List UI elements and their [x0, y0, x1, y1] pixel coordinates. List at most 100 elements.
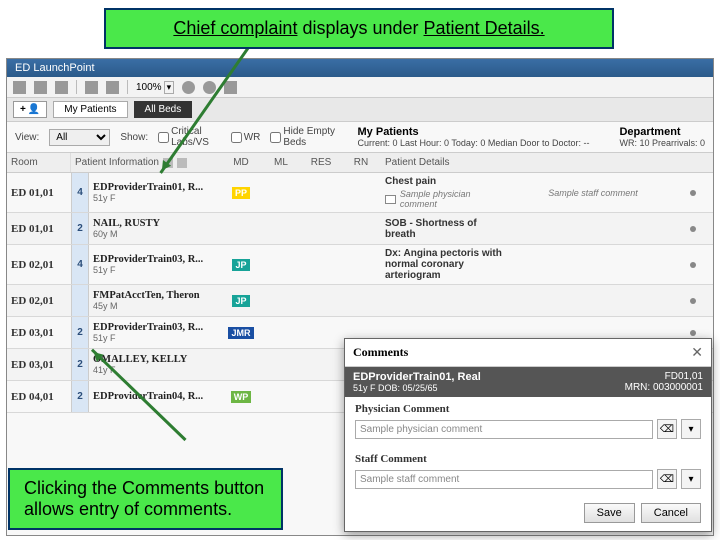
status-dot-icon [690, 190, 696, 196]
chevron-down-icon[interactable]: ▾ [164, 81, 175, 94]
col-patient-details[interactable]: Patient Details [381, 153, 713, 172]
patient-info-cell: EDProviderTrain04, R... [89, 381, 221, 412]
comment-icon [385, 195, 396, 204]
provider-badge: WP [231, 391, 252, 403]
chk-wr[interactable]: WR [231, 132, 261, 143]
patient-demo: 60y M [93, 229, 217, 239]
stats-value: WR: 10 Prearrivals: 0 [619, 138, 705, 148]
status-dot-icon [690, 226, 696, 232]
col-room[interactable]: Room [7, 153, 71, 172]
filter-bar: View: All Show: Critical Labs/VS WR Hide… [7, 122, 713, 153]
patient-name: NAIL, RUSTY [93, 218, 217, 229]
staff-comment-cell: Sample staff comment [513, 173, 673, 212]
staff-comment-input[interactable] [355, 470, 653, 489]
patient-info-cell: EDProviderTrain03, R... 51y F [89, 317, 221, 348]
acuity-cell: 2 [71, 381, 89, 412]
toolbar-icon[interactable] [182, 81, 195, 94]
md-cell[interactable]: JP [221, 285, 261, 316]
md-cell[interactable]: JP [221, 245, 261, 284]
row-actions[interactable] [673, 285, 713, 316]
patient-info-cell: FMPatAcctTen, Theron 45y M [89, 285, 221, 316]
annotation-text: displays under [297, 18, 423, 38]
res-cell [301, 349, 341, 380]
physician-comment-input[interactable] [355, 420, 653, 439]
tab-all-beds[interactable]: All Beds [134, 101, 193, 118]
row-actions[interactable] [673, 213, 713, 244]
window-title: ED LaunchPoint [7, 59, 713, 77]
table-row[interactable]: ED 02,01 FMPatAcctTen, Theron 45y M JP [7, 285, 713, 317]
dropdown-button[interactable]: ▾ [681, 419, 701, 439]
table-row[interactable]: ED 01,01 2 NAIL, RUSTY 60y M SOB - Short… [7, 213, 713, 245]
cancel-button[interactable]: Cancel [641, 503, 701, 523]
chief-complaint: Chest pain [385, 176, 509, 187]
toolbar-icon[interactable] [224, 81, 237, 94]
toolbar-icon[interactable] [55, 81, 68, 94]
erase-button[interactable]: ⌫ [657, 419, 677, 439]
provider-badge: JP [232, 259, 249, 271]
annotation-text: Clicking the Comments button allows entr… [24, 478, 264, 519]
chk-hide-empty[interactable]: Hide Empty Beds [270, 126, 337, 148]
row-actions[interactable] [673, 245, 713, 284]
md-cell[interactable]: PP [221, 173, 261, 212]
res-cell [301, 173, 341, 212]
patient-details-cell: SOB - Shortness of breath [381, 213, 513, 244]
md-cell[interactable]: WP [221, 381, 261, 412]
md-cell[interactable]: JMR [221, 317, 261, 348]
md-cell[interactable] [221, 349, 261, 380]
room-cell: ED 03,01 [7, 317, 71, 348]
toolbar-icon[interactable] [13, 81, 26, 94]
rn-cell [341, 245, 381, 284]
view-select[interactable]: All [49, 129, 110, 146]
rn-cell [341, 285, 381, 316]
add-patient-button[interactable]: + 👤 [13, 101, 47, 118]
zoom-value: 100% [136, 82, 162, 93]
col-md[interactable]: MD [221, 153, 261, 172]
ml-cell [261, 173, 301, 212]
patient-name: OMALLEY, KELLY [93, 354, 217, 365]
status-dot-icon [690, 330, 696, 336]
patient-name: EDProviderTrain04, R... [93, 391, 217, 402]
room-cell: ED 01,01 [7, 173, 71, 212]
refresh-icon[interactable] [85, 81, 98, 94]
tab-my-patients[interactable]: My Patients [53, 101, 127, 118]
col-patient-info[interactable]: Patient Information [71, 153, 221, 172]
stats-value: Current: 0 Last Hour: 0 Today: 0 Median … [358, 138, 590, 148]
patient-name: EDProviderTrain03, R... [93, 254, 217, 265]
popup-patient-room: FD01,01 [625, 371, 703, 382]
col-res[interactable]: RES [301, 153, 341, 172]
table-row[interactable]: ED 02,01 4 EDProviderTrain03, R... 51y F… [7, 245, 713, 285]
close-icon[interactable]: ✕ [691, 344, 703, 361]
view-label: View: [15, 132, 39, 143]
separator [127, 80, 128, 94]
row-actions[interactable] [673, 173, 713, 212]
res-cell [301, 285, 341, 316]
erase-button[interactable]: ⌫ [657, 469, 677, 489]
annotation-bottom: Clicking the Comments button allows entr… [8, 468, 283, 530]
sort-icon[interactable] [177, 158, 187, 168]
res-cell [301, 213, 341, 244]
toolbar-icon[interactable] [106, 81, 119, 94]
table-row[interactable]: ED 01,01 4 EDProviderTrain01, R... 51y F… [7, 173, 713, 213]
res-cell [301, 381, 341, 412]
save-button[interactable]: Save [584, 503, 635, 523]
md-cell[interactable] [221, 213, 261, 244]
col-ml[interactable]: ML [261, 153, 301, 172]
res-cell [301, 245, 341, 284]
patient-name: FMPatAcctTen, Theron [93, 290, 217, 301]
section-staff-comment: Staff Comment [345, 447, 711, 467]
zoom-control[interactable]: 100% ▾ [136, 81, 174, 94]
acuity-cell [71, 285, 89, 316]
ml-cell [261, 245, 301, 284]
toolbar-icon[interactable] [34, 81, 47, 94]
comment-indicator[interactable]: Sample physician comment [385, 189, 509, 209]
col-rn[interactable]: RN [341, 153, 381, 172]
popup-patient-demo: 51y F DOB: 05/25/65 [353, 383, 481, 393]
dropdown-button[interactable]: ▾ [681, 469, 701, 489]
provider-badge: PP [232, 187, 250, 199]
provider-badge: JMR [228, 327, 253, 339]
comments-popup: Comments ✕ EDProviderTrain01, Real 51y F… [344, 338, 712, 532]
status-dot-icon [690, 262, 696, 268]
ml-cell [261, 381, 301, 412]
room-cell: ED 02,01 [7, 285, 71, 316]
res-cell [301, 317, 341, 348]
